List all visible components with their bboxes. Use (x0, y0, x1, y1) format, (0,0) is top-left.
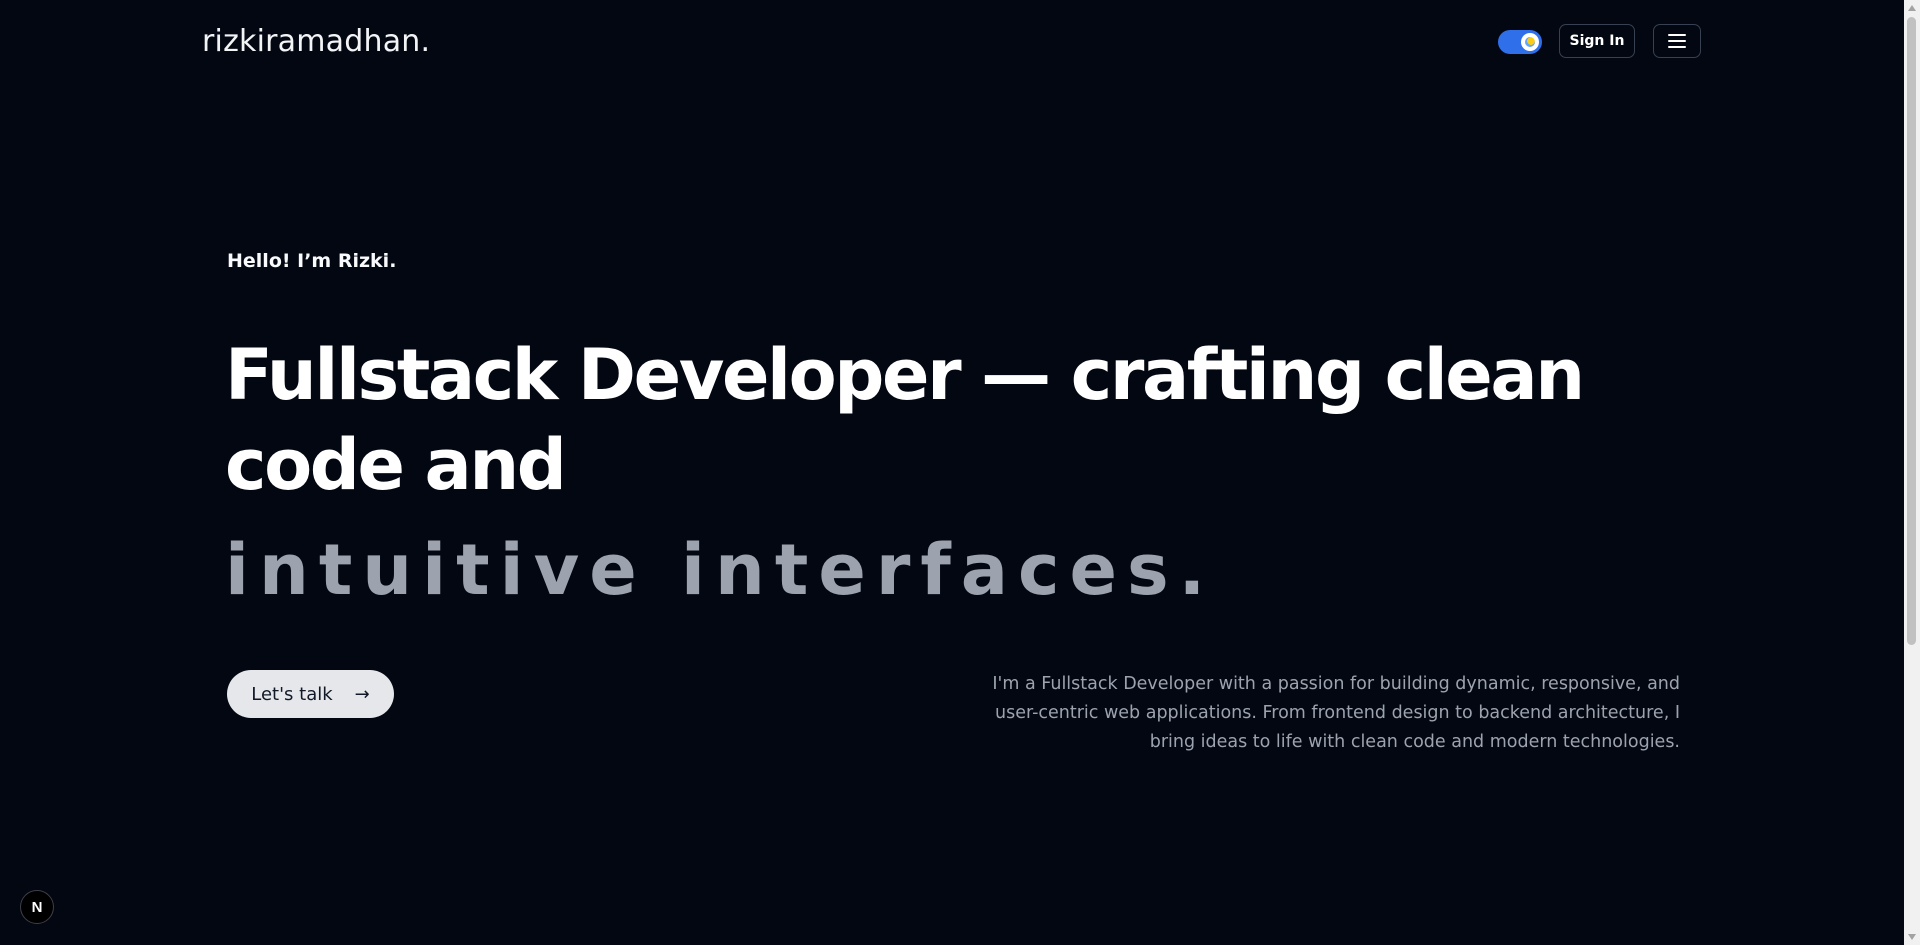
scrollbar-thumb[interactable] (1907, 17, 1916, 645)
hamburger-menu-icon (1668, 34, 1686, 48)
lets-talk-label: Let's talk (251, 683, 333, 705)
scroll-down-icon[interactable] (1904, 929, 1920, 945)
scroll-up-icon[interactable] (1904, 0, 1920, 16)
sign-in-button[interactable]: Sign In (1559, 24, 1635, 58)
menu-button[interactable] (1653, 24, 1701, 58)
lets-talk-button[interactable]: Let's talk → (227, 670, 394, 718)
hero-headline-accent: intuitive interfaces. (225, 529, 1216, 611)
hero-bio: I'm a Fullstack Developer with a passion… (992, 673, 1680, 752)
theme-toggle-knob (1521, 33, 1539, 51)
page: rizkiramadhan. Sign In Hello! I’m Rizki.… (0, 0, 1920, 945)
hero-headline: Fullstack Developer — crafting clean cod… (225, 334, 1585, 506)
page-scrollbar[interactable] (1904, 0, 1920, 945)
theme-toggle-icon (1525, 37, 1535, 47)
site-header: rizkiramadhan. Sign In (0, 0, 1904, 85)
site-logo[interactable]: rizkiramadhan. (202, 24, 430, 59)
hero-greeting: Hello! I’m Rizki. (227, 250, 397, 272)
arrow-right-icon: → (354, 683, 370, 705)
theme-toggle[interactable] (1498, 30, 1542, 54)
nextjs-logo-icon[interactable]: N (20, 890, 54, 924)
